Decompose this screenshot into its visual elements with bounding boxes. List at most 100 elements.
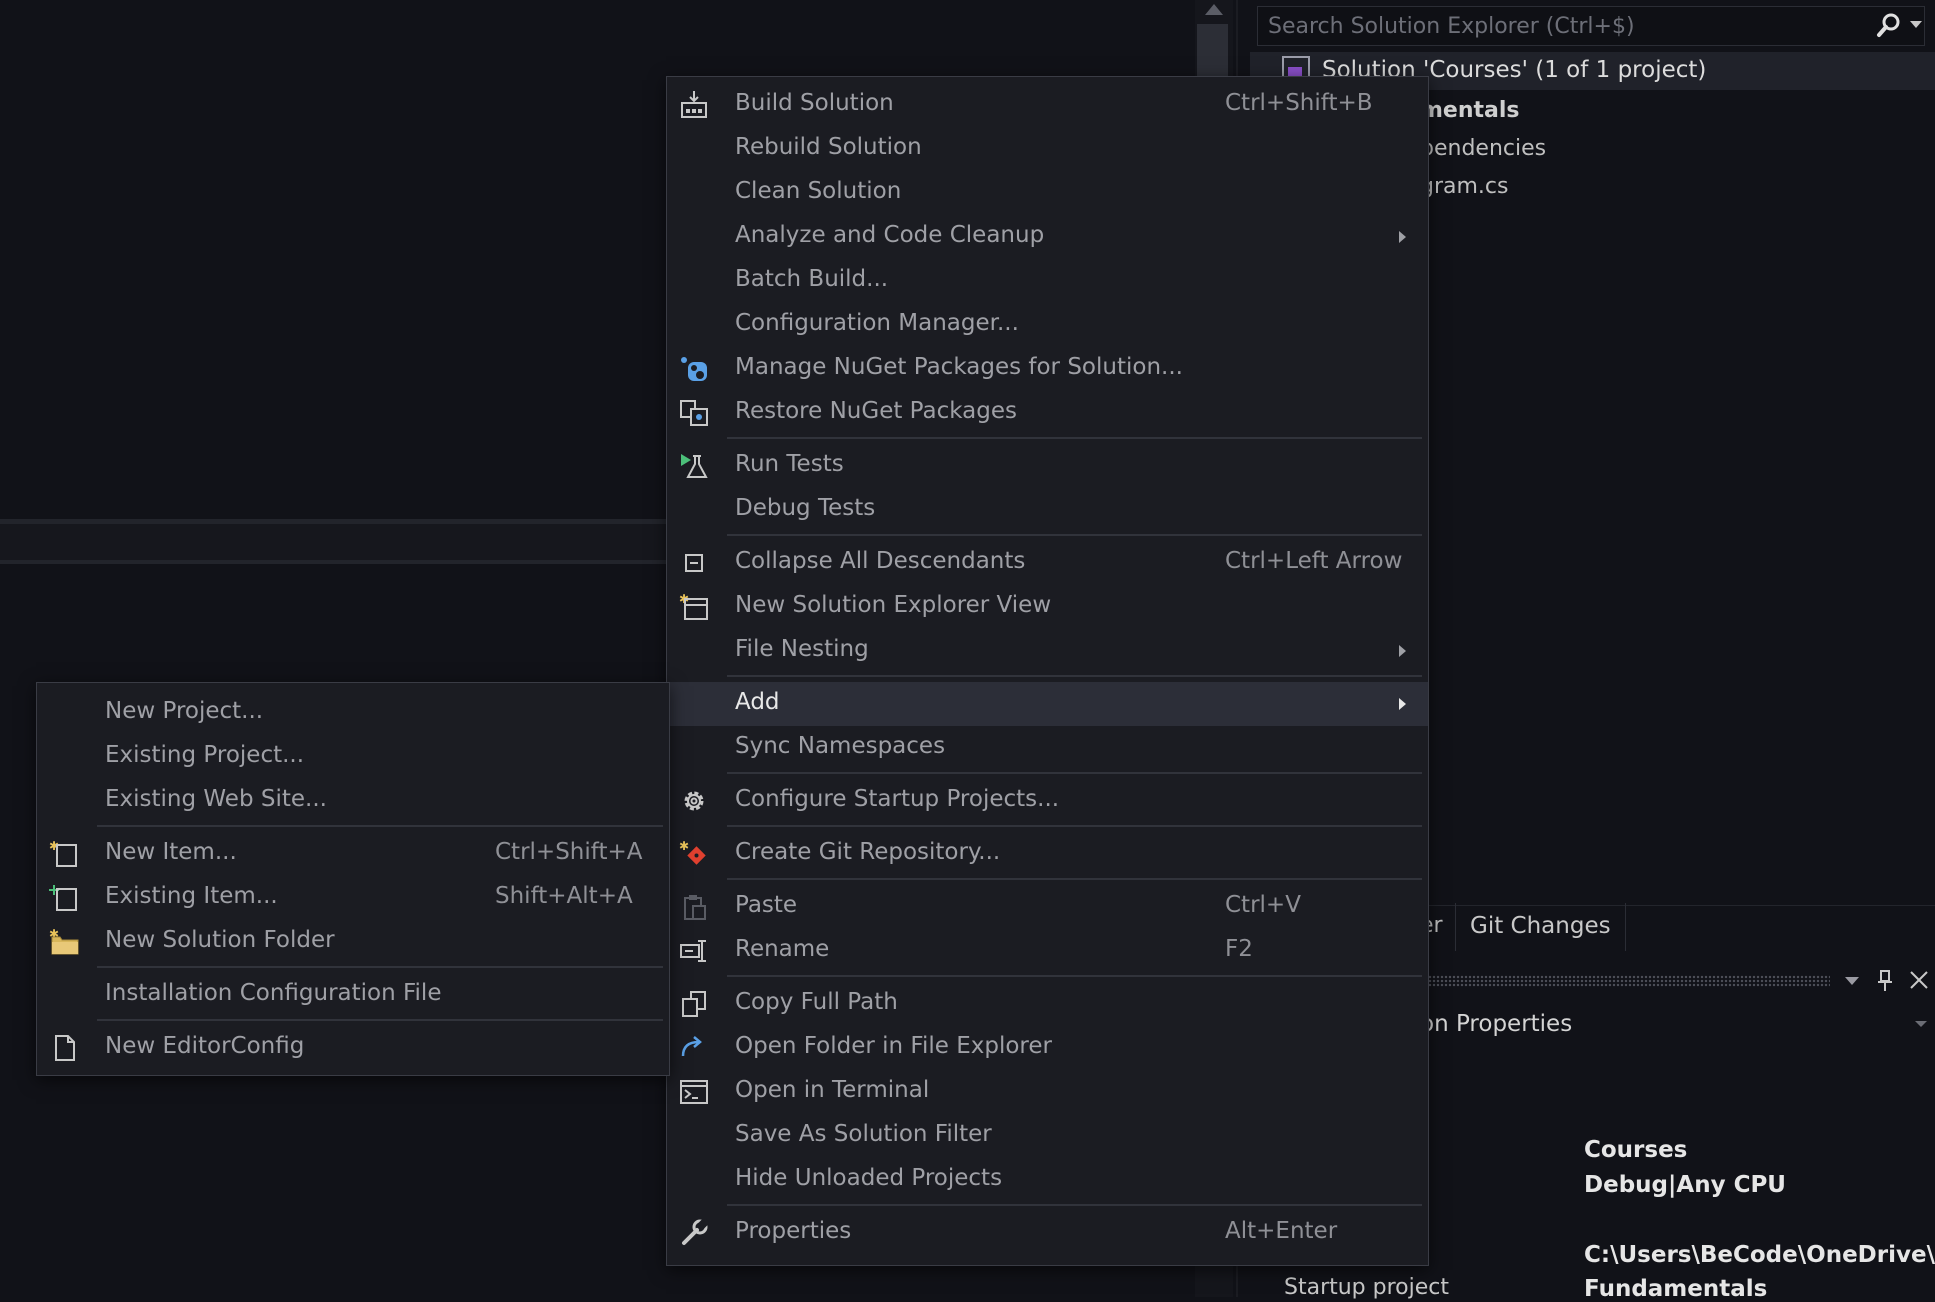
submenu-item-new-item[interactable]: ✱ New Item... Ctrl+Shift+A — [37, 832, 669, 876]
menu-item-configuration-manager[interactable]: Configuration Manager... — [667, 303, 1428, 347]
submenu-item-new-editorconfig[interactable]: New EditorConfig — [37, 1026, 669, 1070]
menu-item-configure-startup[interactable]: Configure Startup Projects... — [667, 779, 1428, 823]
menu-item-open-terminal[interactable]: Open in Terminal — [667, 1070, 1428, 1114]
paste-icon — [679, 893, 709, 921]
search-icon[interactable] — [1876, 12, 1902, 38]
menu-item-create-git-repo[interactable]: ✱ Create Git Repository... — [667, 832, 1428, 876]
menu-item-label: Properties — [735, 1218, 852, 1244]
menu-item-rebuild-solution[interactable]: Rebuild Solution — [667, 127, 1428, 171]
menu-item-add[interactable]: Add — [667, 682, 1428, 726]
new-folder-icon: ✱ — [49, 928, 79, 956]
menu-separator — [727, 975, 1422, 977]
search-options-chevron-icon[interactable] — [1910, 21, 1922, 28]
property-value-config: Debug|Any CPU — [1584, 1172, 1786, 1198]
menu-item-batch-build[interactable]: Batch Build... — [667, 259, 1428, 303]
menu-item-file-nesting[interactable]: File Nesting — [667, 629, 1428, 673]
menu-item-shortcut: F2 — [1225, 936, 1253, 962]
submenu-item-existing-project[interactable]: Existing Project... — [37, 735, 669, 779]
property-value-path: C:\Users\BeCode\OneDrive\Do — [1584, 1242, 1935, 1268]
menu-item-label: New Solution Explorer View — [735, 592, 1052, 618]
menu-item-label: Paste — [735, 892, 798, 918]
menu-item-label: Restore NuGet Packages — [735, 398, 1017, 424]
add-submenu: New Project... Existing Project... Exist… — [36, 682, 670, 1076]
menu-item-label: Installation Configuration File — [105, 980, 442, 1006]
chevron-down-icon[interactable] — [1915, 1021, 1927, 1027]
menu-item-shortcut: Ctrl+V — [1225, 892, 1301, 918]
menu-separator — [727, 878, 1422, 880]
menu-item-shortcut: Alt+Enter — [1225, 1218, 1338, 1244]
menu-item-analyze-cleanup[interactable]: Analyze and Code Cleanup — [667, 215, 1428, 259]
new-item-icon: ✱ — [49, 840, 79, 868]
menu-item-manage-nuget[interactable]: Manage NuGet Packages for Solution... — [667, 347, 1428, 391]
scroll-up-arrow-icon[interactable] — [1205, 4, 1223, 15]
submenu-arrow-icon — [1399, 231, 1406, 243]
menu-item-restore-nuget[interactable]: Restore NuGet Packages — [667, 391, 1428, 435]
menu-item-run-tests[interactable]: Run Tests — [667, 444, 1428, 488]
tree-item-dependencies[interactable]: pendencies — [1420, 136, 1546, 161]
file-icon — [49, 1034, 79, 1062]
menu-item-label: Clean Solution — [735, 178, 902, 204]
property-value-name: Courses — [1584, 1137, 1688, 1163]
menu-item-open-folder[interactable]: Open Folder in File Explorer — [667, 1026, 1428, 1070]
submenu-item-new-solution-folder[interactable]: ✱ New Solution Folder — [37, 920, 669, 964]
scrollbar-thumb[interactable] — [1197, 24, 1228, 84]
menu-item-label: Copy Full Path — [735, 989, 898, 1015]
menu-separator — [97, 825, 663, 827]
terminal-icon — [679, 1078, 709, 1106]
panel-header-band — [0, 524, 670, 560]
solution-context-menu: Build Solution Ctrl+Shift+B Rebuild Solu… — [666, 76, 1429, 1266]
menu-item-label: Collapse All Descendants — [735, 548, 1026, 574]
menu-item-label: New EditorConfig — [105, 1033, 305, 1059]
submenu-item-installation-config[interactable]: Installation Configuration File — [37, 973, 669, 1017]
tab-git-changes[interactable]: Git Changes — [1455, 903, 1626, 951]
menu-item-collapse-all[interactable]: Collapse All Descendants Ctrl+Left Arrow — [667, 541, 1428, 585]
property-value-startup: Fundamentals — [1584, 1276, 1768, 1302]
menu-item-label: New Solution Folder — [105, 927, 335, 953]
menu-item-sync-namespaces[interactable]: Sync Namespaces — [667, 726, 1428, 770]
menu-item-label: New Project... — [105, 698, 264, 724]
menu-item-label: Rename — [735, 936, 830, 962]
submenu-item-new-project[interactable]: New Project... — [37, 691, 669, 735]
submenu-arrow-icon — [1399, 645, 1406, 657]
window-position-chevron-icon[interactable] — [1845, 977, 1859, 985]
properties-object-selector[interactable]: on Properties — [1420, 1011, 1572, 1037]
menu-item-build-solution[interactable]: Build Solution Ctrl+Shift+B — [667, 83, 1428, 127]
menu-item-label: Save As Solution Filter — [735, 1121, 992, 1147]
menu-item-label: Existing Project... — [105, 742, 305, 768]
properties-grip[interactable] — [1420, 975, 1830, 987]
solution-explorer-search[interactable] — [1257, 6, 1925, 46]
menu-item-save-solution-filter[interactable]: Save As Solution Filter — [667, 1114, 1428, 1158]
menu-separator — [727, 437, 1422, 439]
pin-icon[interactable] — [1876, 970, 1894, 992]
menu-item-label: Run Tests — [735, 451, 844, 477]
menu-item-label: Manage NuGet Packages for Solution... — [735, 354, 1183, 380]
menu-item-label: Existing Item... — [105, 883, 278, 909]
rename-icon — [679, 937, 709, 965]
menu-item-rename[interactable]: Rename F2 — [667, 929, 1428, 973]
panel-splitter-bottom — [0, 560, 670, 564]
menu-item-debug-tests[interactable]: Debug Tests — [667, 488, 1428, 532]
menu-separator — [97, 1019, 663, 1021]
new-view-icon: ✱ — [679, 593, 709, 621]
menu-item-label: Debug Tests — [735, 495, 876, 521]
wrench-icon — [679, 1219, 709, 1247]
menu-item-label: Configuration Manager... — [735, 310, 1019, 336]
svg-text:✱: ✱ — [679, 840, 689, 853]
close-icon[interactable] — [1908, 969, 1930, 991]
tree-item-project[interactable]: mentals — [1420, 98, 1520, 123]
existing-item-icon — [49, 884, 79, 912]
menu-item-properties[interactable]: Properties Alt+Enter — [667, 1211, 1428, 1255]
menu-item-clean-solution[interactable]: Clean Solution — [667, 171, 1428, 215]
search-input[interactable] — [1258, 7, 1878, 45]
nuget-icon — [679, 355, 709, 383]
submenu-item-existing-web-site[interactable]: Existing Web Site... — [37, 779, 669, 823]
menu-item-new-se-view[interactable]: ✱ New Solution Explorer View — [667, 585, 1428, 629]
menu-item-paste[interactable]: Paste Ctrl+V — [667, 885, 1428, 929]
submenu-item-existing-item[interactable]: Existing Item... Shift+Alt+A — [37, 876, 669, 920]
menu-separator — [727, 1204, 1422, 1206]
copy-icon — [679, 990, 709, 1018]
menu-item-hide-unloaded[interactable]: Hide Unloaded Projects — [667, 1158, 1428, 1202]
menu-item-label: Open in Terminal — [735, 1077, 930, 1103]
tree-item-program[interactable]: gram.cs — [1420, 174, 1508, 199]
menu-item-copy-full-path[interactable]: Copy Full Path — [667, 982, 1428, 1026]
